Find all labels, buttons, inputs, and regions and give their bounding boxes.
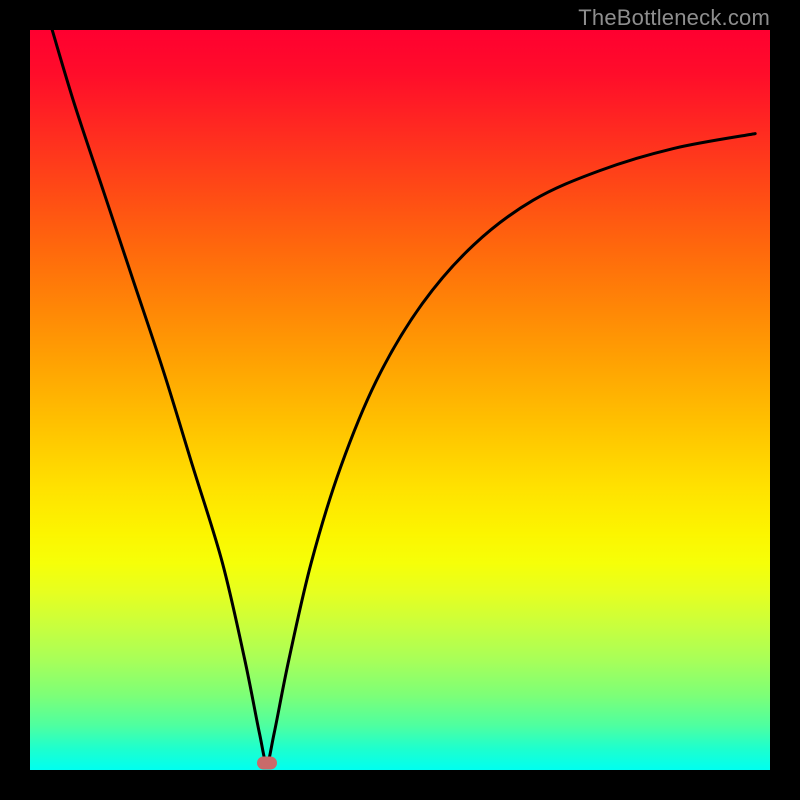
chart-frame: TheBottleneck.com bbox=[0, 0, 800, 800]
attribution-watermark: TheBottleneck.com bbox=[578, 5, 770, 31]
bottleneck-curve bbox=[30, 30, 770, 770]
plot-area bbox=[30, 30, 770, 770]
minimum-marker bbox=[257, 756, 277, 769]
